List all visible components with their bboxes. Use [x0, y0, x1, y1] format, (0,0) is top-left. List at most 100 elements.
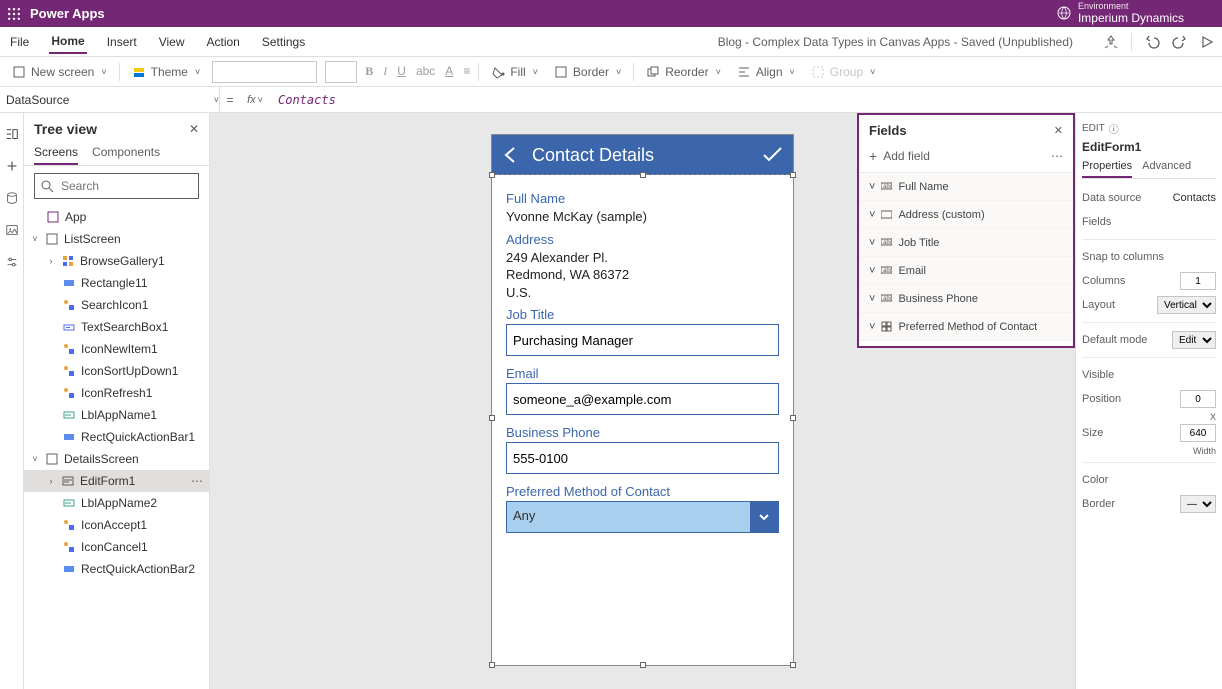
- add-field-button[interactable]: +Add field: [869, 148, 930, 164]
- tree-node-rectangle[interactable]: Rectangle11: [24, 272, 209, 294]
- field-row[interactable]: ˅abcEmail: [859, 257, 1073, 285]
- tab-screens[interactable]: Screens: [34, 141, 78, 165]
- field-row[interactable]: ˅Preferred Method of Contact: [859, 313, 1073, 341]
- tab-components[interactable]: Components: [92, 141, 160, 165]
- node-more-icon[interactable]: ⋯: [191, 474, 203, 488]
- tree-node-rectbar1[interactable]: RectQuickActionBar1: [24, 426, 209, 448]
- advanced-icon[interactable]: [5, 255, 19, 269]
- prop-datasource-value[interactable]: Contacts: [1173, 192, 1216, 204]
- media-icon[interactable]: [5, 223, 19, 237]
- prop-size-value[interactable]: [1180, 424, 1216, 442]
- dropdown-pmoc[interactable]: Any: [506, 501, 779, 533]
- insert-icon[interactable]: [5, 159, 19, 173]
- menu-view[interactable]: View: [157, 31, 187, 53]
- tree-node-iconrefresh[interactable]: IconRefresh1: [24, 382, 209, 404]
- input-phone[interactable]: [506, 442, 779, 474]
- prop-layout-label: Layout: [1082, 299, 1115, 311]
- app-checker-icon[interactable]: [1103, 34, 1119, 50]
- tree-node-detailsscreen[interactable]: ˅DetailsScreen: [24, 448, 209, 470]
- prop-position-label: Position: [1082, 393, 1121, 405]
- tree-node-listscreen[interactable]: ˅ListScreen: [24, 228, 209, 250]
- play-icon[interactable]: [1200, 35, 1214, 49]
- accept-icon[interactable]: [761, 144, 783, 166]
- edit-form[interactable]: Full Name Yvonne McKay (sample) Address …: [492, 175, 793, 665]
- prop-size-label: Size: [1082, 427, 1103, 439]
- menu-action[interactable]: Action: [205, 31, 242, 53]
- field-row[interactable]: ˅abcBusiness Phone: [859, 285, 1073, 313]
- env-name: Imperium Dynamics: [1078, 11, 1184, 25]
- screen-title: Contact Details: [532, 145, 654, 166]
- canvas[interactable]: Contact Details Full Name Yvonne McKay (…: [210, 113, 1075, 689]
- font-size-select[interactable]: [325, 61, 357, 83]
- tree-node-textsearchbox[interactable]: TextSearchBox1: [24, 316, 209, 338]
- field-row[interactable]: ˅abcFull Name: [859, 173, 1073, 201]
- input-email[interactable]: [506, 383, 779, 415]
- prop-border-value[interactable]: —: [1180, 495, 1216, 513]
- menu-home[interactable]: Home: [49, 30, 86, 54]
- redo-icon[interactable]: [1172, 34, 1188, 50]
- bold-icon[interactable]: B: [365, 64, 373, 79]
- more-icon[interactable]: ⋯: [1051, 149, 1063, 163]
- menu-settings[interactable]: Settings: [260, 31, 307, 53]
- formula-input[interactable]: Contacts: [270, 93, 1222, 107]
- field-row[interactable]: ˅abcJob Title: [859, 229, 1073, 257]
- underline-icon[interactable]: U: [397, 64, 406, 79]
- environment-picker[interactable]: EnvironmentImperium Dynamics: [1056, 2, 1214, 25]
- prop-visible-label: Visible: [1082, 369, 1114, 381]
- back-icon[interactable]: [502, 146, 520, 164]
- tree-node-iconnewitem[interactable]: IconNewItem1: [24, 338, 209, 360]
- waffle-icon[interactable]: [8, 8, 20, 20]
- app-topbar: Power Apps EnvironmentImperium Dynamics: [0, 0, 1222, 27]
- text-align-icon[interactable]: ≡: [463, 64, 470, 79]
- prop-position-value[interactable]: [1180, 390, 1216, 408]
- tree-node-iconsortupdown[interactable]: IconSortUpDown1: [24, 360, 209, 382]
- chevron-down-icon[interactable]: [750, 502, 778, 532]
- new-screen-button[interactable]: New screen˅: [8, 63, 111, 81]
- tree-node-lblapp2[interactable]: LblAppName2: [24, 492, 209, 514]
- label-fullname: Full Name: [506, 191, 779, 206]
- tree-view-icon[interactable]: [5, 127, 19, 141]
- close-icon[interactable]: ✕: [1054, 124, 1063, 137]
- tree-node-iconcancel[interactable]: IconCancel1: [24, 536, 209, 558]
- properties-panel: EDIT ⓘ EditForm1 Properties Advanced Dat…: [1075, 113, 1222, 689]
- theme-button[interactable]: Theme˅: [128, 63, 205, 81]
- font-color-icon[interactable]: A: [445, 64, 453, 79]
- prop-color-label: Color: [1082, 474, 1108, 486]
- env-label: Environment: [1078, 2, 1184, 11]
- svg-text:abc: abc: [883, 268, 892, 274]
- tree-node-rectbar2[interactable]: RectQuickActionBar2: [24, 558, 209, 580]
- data-icon[interactable]: [5, 191, 19, 205]
- reorder-button[interactable]: Reorder˅: [642, 63, 725, 81]
- search-icon: [40, 179, 54, 193]
- selected-control: EditForm1: [1082, 140, 1216, 154]
- left-rail: [0, 113, 24, 689]
- tree-node-app[interactable]: App: [24, 206, 209, 228]
- input-jobtitle[interactable]: [506, 324, 779, 356]
- strike-icon[interactable]: abc: [416, 64, 435, 79]
- undo-icon[interactable]: [1144, 34, 1160, 50]
- italic-icon[interactable]: I: [383, 64, 387, 79]
- prop-snap-label: Snap to columns: [1082, 251, 1164, 263]
- border-button[interactable]: Border˅: [550, 63, 625, 81]
- property-select[interactable]: DataSource˅: [0, 87, 220, 112]
- field-row[interactable]: ˅Address (custom): [859, 201, 1073, 229]
- help-icon[interactable]: ⓘ: [1109, 121, 1119, 136]
- menu-file[interactable]: File: [8, 31, 31, 53]
- tree-node-searchicon[interactable]: SearchIcon1: [24, 294, 209, 316]
- prop-columns-value[interactable]: [1180, 272, 1216, 290]
- tree-search-input[interactable]: [34, 173, 199, 199]
- menu-insert[interactable]: Insert: [105, 31, 139, 53]
- tree-node-editform[interactable]: ›EditForm1⋯: [24, 470, 209, 492]
- tree-node-lblapp1[interactable]: LblAppName1: [24, 404, 209, 426]
- prop-layout-value[interactable]: Vertical: [1157, 296, 1216, 314]
- tree-node-browsegallery[interactable]: ›BrowseGallery1: [24, 250, 209, 272]
- tab-advanced[interactable]: Advanced: [1142, 160, 1191, 178]
- tree-node-iconaccept[interactable]: IconAccept1: [24, 514, 209, 536]
- close-icon[interactable]: ✕: [189, 122, 199, 136]
- font-select[interactable]: [212, 61, 317, 83]
- tab-properties[interactable]: Properties: [1082, 160, 1132, 178]
- prop-defaultmode-value[interactable]: Edit: [1172, 331, 1216, 349]
- align-button[interactable]: Align˅: [733, 63, 799, 81]
- fill-button[interactable]: Fill˅: [487, 63, 542, 81]
- prop-fields-label[interactable]: Fields: [1082, 216, 1111, 228]
